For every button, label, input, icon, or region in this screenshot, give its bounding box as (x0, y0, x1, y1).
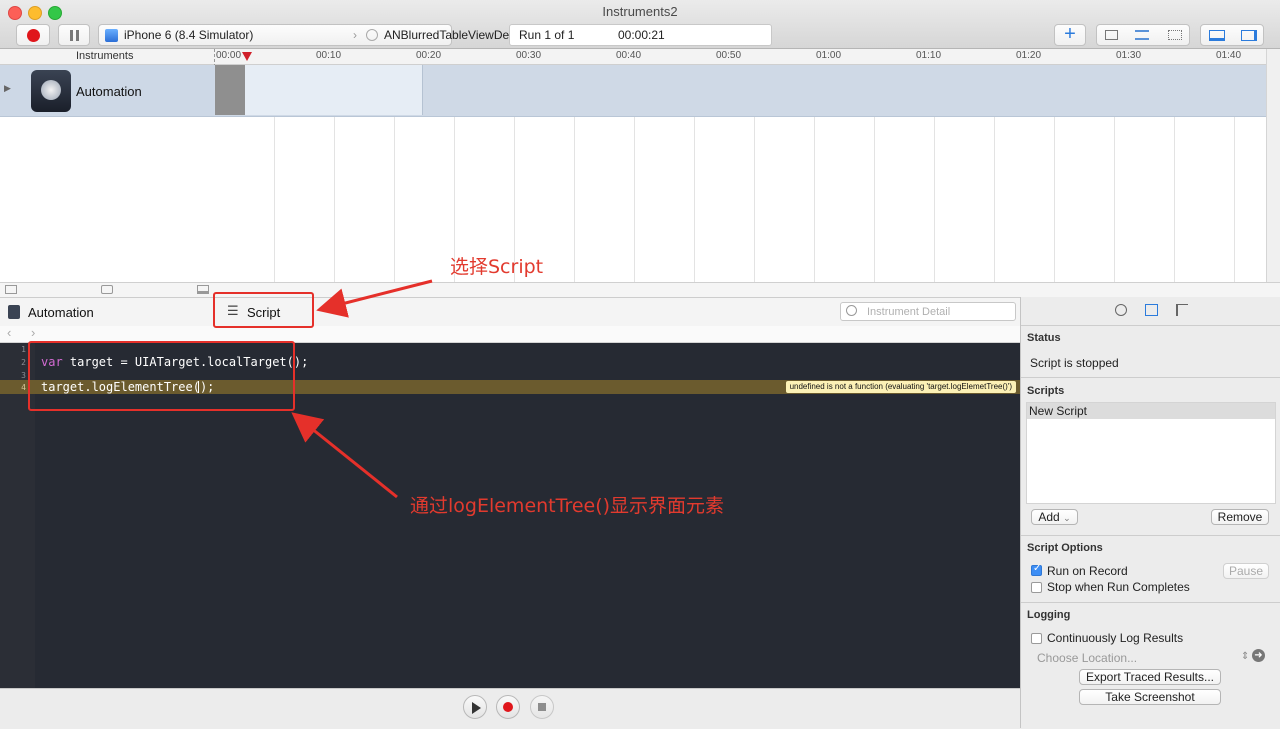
annotation-arrows (291, 279, 433, 499)
arrow-to-script-tab (316, 279, 433, 318)
arrow-to-code (291, 412, 398, 499)
